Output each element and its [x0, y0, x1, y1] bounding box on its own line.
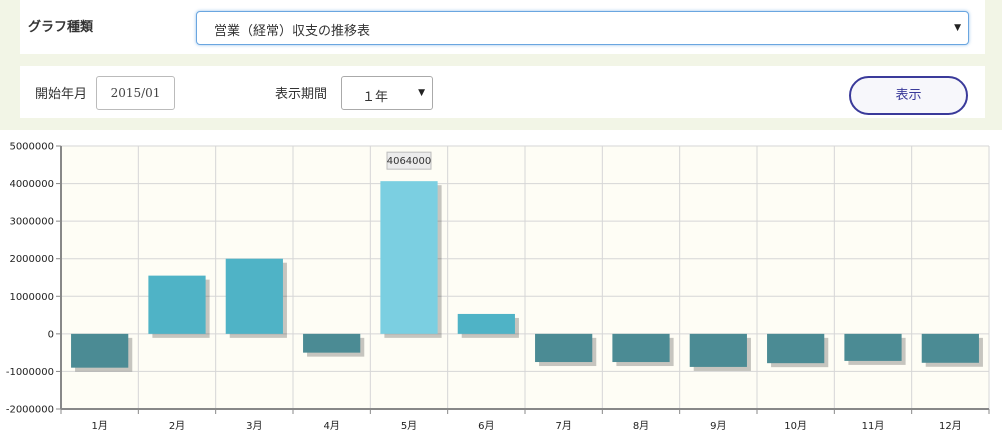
period-value: １年	[362, 90, 389, 105]
start-month-label: 開始年月	[35, 87, 88, 102]
tooltip-value: 4064000	[387, 156, 432, 167]
bar-chart: 5000000 4000000 3000000 2000000 1000000 0 -100…	[6, 142, 990, 432]
x-tick-label: 7月	[555, 420, 571, 432]
tooltip: 4064000	[386, 151, 432, 170]
x-tick-label: 9月	[710, 420, 726, 432]
bar	[148, 275, 206, 334]
bar	[225, 258, 283, 334]
bar	[612, 333, 670, 363]
filter-panel: 開始年月 2015/01 表示期間 １年 ▼ 表示	[20, 66, 985, 118]
x-tick-label: 10月	[784, 420, 807, 432]
x-tick-label: 4月	[323, 420, 339, 432]
bar	[767, 333, 825, 364]
bar	[303, 333, 361, 353]
graph-type-value: 営業（経常）収支の推移表	[214, 24, 371, 39]
y-tick-label: -2000000	[6, 405, 54, 416]
x-tick-label: 2月	[169, 420, 185, 432]
bar	[921, 333, 979, 363]
graph-type-panel: グラフ種類 営業（経常）収支の推移表 ▼	[20, 0, 985, 54]
graph-type-select[interactable]: 営業（経常）収支の推移表 ▼	[196, 11, 969, 45]
show-button[interactable]: 表示	[849, 76, 968, 115]
y-tick-label: 2000000	[9, 254, 54, 265]
y-tick-label: 1000000	[9, 292, 54, 303]
period-select[interactable]: １年 ▼	[341, 76, 433, 110]
bar	[380, 181, 438, 334]
chevron-down-icon: ▼	[954, 23, 961, 33]
y-tick-label: 0	[48, 329, 54, 340]
x-tick-label: 6月	[478, 420, 494, 432]
chart-area: 5000000 4000000 3000000 2000000 1000000 0 -100…	[0, 130, 1002, 440]
x-tick-label: 12月	[939, 420, 962, 432]
bar	[457, 313, 515, 334]
bar	[535, 333, 593, 363]
y-tick-label: 3000000	[9, 217, 54, 228]
x-tick-label: 8月	[633, 420, 649, 432]
chevron-down-icon: ▼	[418, 88, 425, 98]
start-month-input[interactable]: 2015/01	[96, 76, 175, 110]
bar	[844, 333, 902, 361]
y-tick-label: 4000000	[9, 179, 54, 190]
bar	[689, 333, 747, 367]
x-tick-label: 11月	[862, 420, 885, 432]
y-tick-label: -1000000	[6, 367, 54, 378]
graph-type-label: グラフ種類	[28, 20, 94, 35]
period-label: 表示期間	[275, 87, 328, 102]
x-tick-label: 5月	[401, 420, 417, 432]
x-tick-label: 1月	[91, 420, 107, 432]
y-tick-label: 5000000	[9, 142, 54, 153]
x-tick-label: 3月	[246, 420, 262, 432]
bar	[71, 333, 129, 368]
